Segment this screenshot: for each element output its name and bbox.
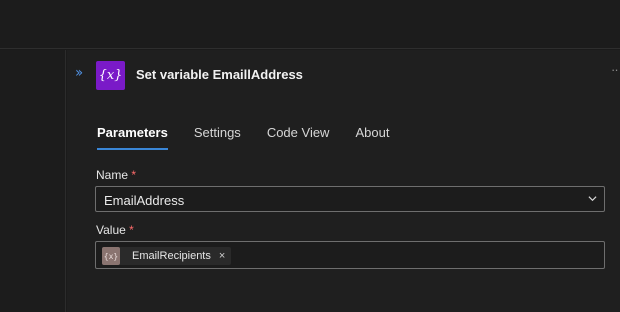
value-input[interactable]: {x} EmailRecipients × <box>95 241 605 269</box>
variable-action-icon: {x} <box>96 61 125 90</box>
name-label-text: Name <box>96 168 129 182</box>
dynamic-content-token[interactable]: {x} EmailRecipients × <box>102 247 232 265</box>
remove-token-icon[interactable]: × <box>219 250 225 262</box>
required-marker: * <box>131 168 137 182</box>
tab-parameters[interactable]: Parameters <box>97 124 168 150</box>
action-title[interactable]: Set variable EmaillAddress <box>136 67 303 82</box>
name-field-label: Name * <box>96 168 136 182</box>
more-options-icon[interactable]: ·· <box>611 62 619 77</box>
tab-about[interactable]: About <box>355 124 389 150</box>
top-bar <box>0 0 620 49</box>
chevron-down-icon <box>588 196 597 202</box>
required-marker: * <box>129 223 134 237</box>
tab-settings[interactable]: Settings <box>194 124 241 150</box>
value-label-text: Value <box>96 223 126 237</box>
action-details-panel: ›› {x} Set variable EmaillAddress ·· Par… <box>67 50 620 312</box>
left-panel <box>0 50 66 312</box>
tab-bar: Parameters Settings Code View About <box>97 124 415 150</box>
name-dropdown[interactable]: EmailAddress <box>95 186 605 212</box>
expand-panel-icon[interactable]: ›› <box>75 66 89 80</box>
name-dropdown-value: EmailAddress <box>104 193 185 208</box>
value-field-label: Value * <box>96 223 134 237</box>
token-label: EmailRecipients <box>132 250 211 262</box>
tab-code-view[interactable]: Code View <box>267 124 330 150</box>
variable-token-icon: {x} <box>102 247 120 265</box>
